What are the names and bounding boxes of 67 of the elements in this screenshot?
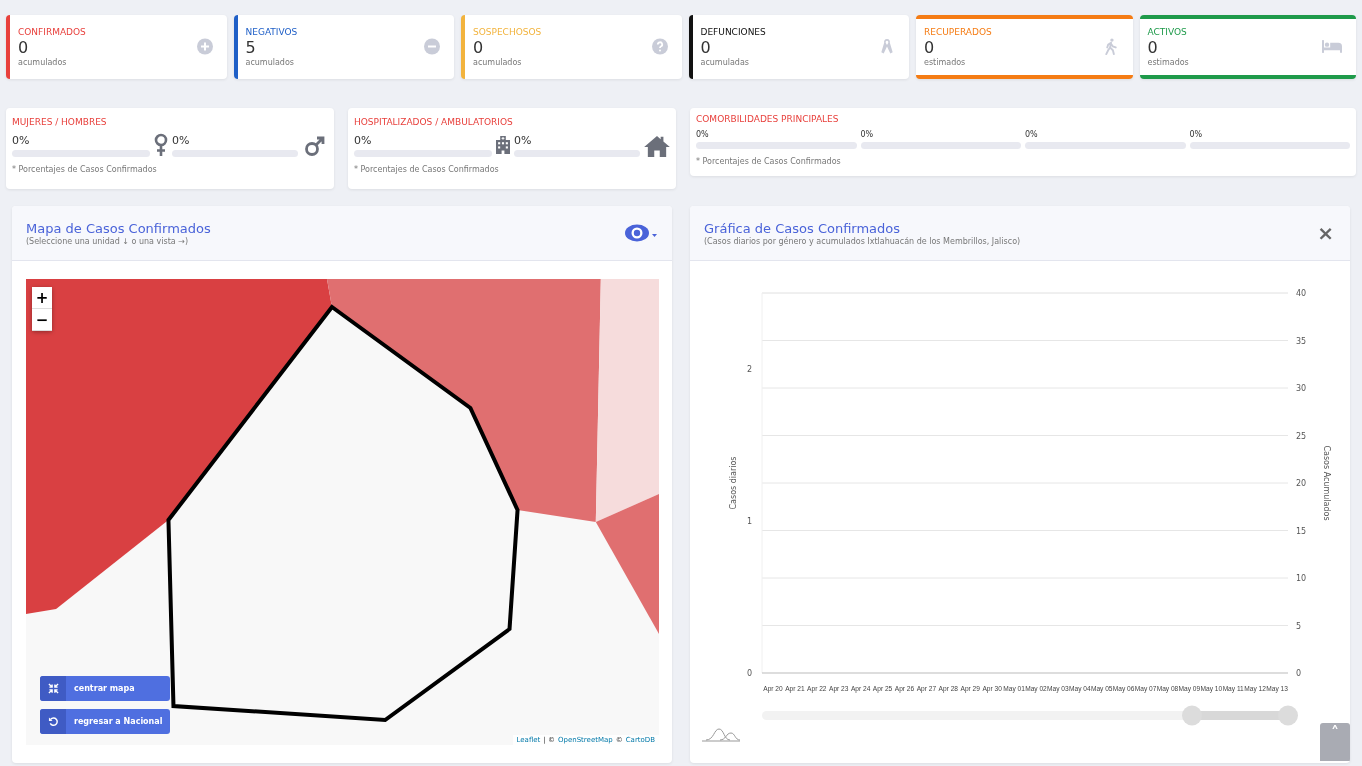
eye-dropdown-icon[interactable] (624, 223, 658, 243)
axis-tick-label: 35 (1296, 336, 1307, 346)
zoom-in-button[interactable]: + (32, 287, 52, 309)
axis-tick-label: 0 (746, 669, 752, 678)
zoom-out-button[interactable]: − (32, 309, 52, 331)
card-value: 0 (700, 38, 712, 58)
percent-value: 0% (12, 133, 31, 147)
percent-value: 0% (354, 133, 373, 147)
axis-tick-label: 40 (1296, 289, 1307, 298)
axis-tick-label: 15 (1296, 526, 1307, 536)
card-value: 0 (473, 38, 485, 58)
house-icon (644, 134, 670, 157)
question-circle-icon (651, 38, 668, 56)
close-button[interactable]: × (1315, 223, 1336, 243)
axis-tick-label: 25 (1296, 431, 1307, 441)
axis-tick-label: 0 (1296, 669, 1302, 678)
card-note: acumulados (18, 58, 68, 68)
footnote: * Porcentajes de Casos Confirmados (12, 164, 158, 174)
axis-tick-label: 2 (746, 365, 752, 374)
panel-title: HOSPITALIZADOS / AMBULATORIOS (354, 115, 514, 128)
percent-value: 0% (696, 129, 710, 139)
footnote: * Porcentajes de Casos Confirmados (696, 156, 842, 166)
percent-value: 0% (1025, 129, 1039, 139)
minus-circle-icon (424, 38, 440, 56)
bed-icon (1322, 40, 1342, 54)
range-navigator[interactable] (762, 705, 1298, 726)
percent-value: 0% (514, 133, 533, 147)
card-value: 0 (1147, 38, 1159, 58)
panel-title: COMORBILIDADES PRINCIPALES (696, 112, 840, 125)
card-note: acumuladas (700, 58, 750, 68)
panel-title: Gráfica de Casos Confirmados (704, 220, 902, 236)
panel-subtitle: (Seleccione una unidad ↓ o una vista →) (26, 236, 190, 246)
axis-tick-label: 1 (746, 517, 752, 526)
compress-icon (47, 683, 59, 694)
card-value: 0 (18, 38, 30, 58)
card-note: estimados (1147, 58, 1189, 68)
percent-value: 0% (860, 129, 875, 139)
card-note: acumulados (245, 58, 295, 68)
card-title: NEGATIVOS (245, 26, 298, 39)
card-title: ACTIVOS (1147, 26, 1188, 39)
female-icon (154, 132, 168, 157)
card-value: 0 (924, 38, 936, 58)
undo-icon (47, 716, 59, 727)
axis-tick-label: 30 (1296, 384, 1307, 393)
panel-title: MUJERES / HOMBRES (12, 115, 108, 128)
axis-title: Casos diarios (729, 456, 738, 510)
axis-tick-label: 20 (1296, 479, 1307, 488)
percent-value: 0% (172, 133, 191, 147)
card-title: RECUPERADOS (924, 26, 992, 39)
walking-person-icon (1102, 38, 1119, 56)
axis-title: Casos Acumulados (1322, 445, 1331, 521)
panel-subtitle: (Casos diarios por género y acumulados Ixtlahuacán de los Membrillos, Jalisco) (704, 236, 1021, 246)
plus-circle-icon (196, 38, 213, 56)
axis-tick-label: 5 (1296, 621, 1302, 631)
axis-tick-label: 10 (1296, 574, 1307, 583)
wave-icon[interactable] (702, 728, 741, 742)
card-title: SOSPECHOSOS (473, 26, 542, 39)
card-value: 5 (245, 38, 257, 58)
back-button[interactable]: regresar a Nacional (40, 709, 171, 734)
card-note: estimados (924, 58, 967, 68)
card-title: DEFUNCIONES (700, 26, 766, 39)
footnote: * Porcentajes de Casos Confirmados (354, 164, 500, 174)
percent-value: 0% (1189, 129, 1204, 139)
card-title: CONFIRMADOS (18, 26, 86, 39)
center-map-button[interactable]: centrar mapa (40, 676, 171, 701)
panel-title: Mapa de Casos Confirmados (26, 220, 211, 237)
card-note: acumulados (473, 58, 523, 68)
